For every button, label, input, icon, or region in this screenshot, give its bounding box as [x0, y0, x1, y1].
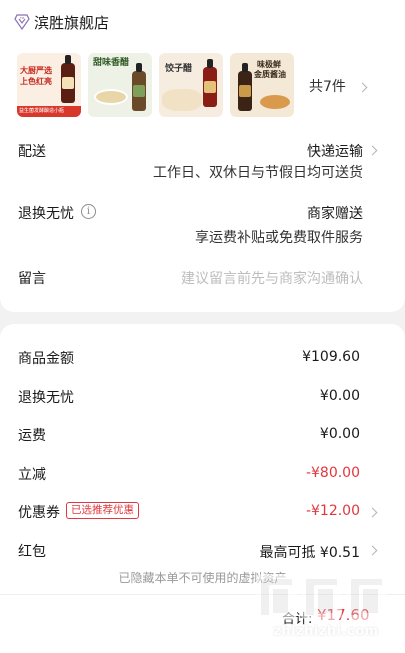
total-bar: 合计: ¥17.60	[0, 594, 405, 653]
delivery-label: 配送	[18, 144, 46, 160]
soy-sauce-bottle-image	[61, 55, 75, 103]
product-thumbnails[interactable]: 大厨严选 上色红亮 益生菌发酵酿造小瓶 甜味香醋 饺子醋 味极鲜 金质酱油	[17, 53, 294, 117]
summary-label-coupon: 优惠券	[18, 505, 60, 521]
thumbnail-subtitle: 上色红亮	[20, 77, 52, 86]
total-label: 合计:	[282, 612, 313, 627]
product-thumbnail[interactable]: 饺子醋	[159, 53, 223, 117]
return-amount: ¥0.00	[319, 388, 360, 404]
soy-sauce-bottle-image	[238, 63, 252, 111]
shipping-amount: ¥0.00	[319, 426, 360, 442]
delivery-schedule: 工作日、双休日与节假日均可送货	[153, 165, 363, 181]
summary-label-shipping: 运费	[18, 428, 46, 444]
message-label: 留言	[18, 271, 46, 287]
store-header[interactable]: TM 滨胜旗舰店	[14, 10, 109, 34]
summary-label-return: 退换无忧	[18, 390, 74, 406]
store-name[interactable]: 滨胜旗舰店	[34, 12, 109, 33]
thumbnail-caption: 益生菌发酵酿造小瓶	[19, 108, 65, 114]
vinegar-bottle-image	[203, 59, 217, 107]
vinegar-bottle-image	[132, 63, 146, 111]
product-thumbnail[interactable]: 味极鲜 金质酱油	[230, 53, 294, 117]
product-thumbnail[interactable]: 甜味香醋	[88, 53, 152, 117]
goods-amount: ¥109.60	[302, 349, 360, 365]
dumplings-image	[162, 89, 202, 111]
thumbnail-title: 味极鲜	[257, 60, 281, 69]
item-count[interactable]: 共7件	[309, 76, 346, 96]
coupon-amount[interactable]: -¥12.00	[306, 503, 360, 519]
summary-label-goods: 商品金额	[18, 351, 74, 367]
coupon-badge: 已选推荐优惠	[66, 502, 139, 519]
thumbnail-subtitle: 金质酱油	[254, 70, 286, 79]
redpacket-amount[interactable]: 最高可抵 ¥0.51	[259, 542, 360, 562]
chevron-right-icon[interactable]	[357, 82, 368, 93]
return-policy-detail: 享运费补贴或免费取件服务	[195, 230, 363, 246]
delivery-method[interactable]: 快递运输	[307, 141, 363, 161]
hidden-assets-note[interactable]: 已隐藏本单不可使用的虚拟资产	[0, 569, 405, 586]
return-policy-value: 商家赠送	[307, 206, 363, 222]
dumpling-plate-image	[94, 89, 128, 105]
thumbnail-title: 大厨严选	[20, 66, 52, 75]
discount-amount: -¥80.00	[305, 465, 360, 481]
order-item-card: TM 滨胜旗舰店 大厨严选 上色红亮 益生菌发酵酿造小瓶 甜味香醋 饺子醋 味极…	[0, 0, 405, 312]
summary-label-redpacket: 红包	[18, 544, 46, 560]
thumbnail-title: 饺子醋	[165, 64, 193, 74]
food-plate-image	[260, 95, 290, 109]
summary-label-discount: 立减	[18, 467, 46, 483]
message-input[interactable]: 建议留言前先与商家沟通确认	[181, 268, 363, 288]
chevron-right-icon[interactable]	[367, 145, 378, 156]
thumbnail-title: 甜味香醋	[93, 58, 130, 68]
info-icon[interactable]: i	[81, 204, 96, 219]
return-policy-label: 退换无忧	[18, 206, 74, 222]
total-value: ¥17.60	[317, 606, 370, 624]
product-thumbnail[interactable]: 大厨严选 上色红亮 益生菌发酵酿造小瓶	[17, 53, 81, 117]
store-badge-icon: TM	[14, 14, 30, 30]
svg-text:TM: TM	[19, 16, 25, 20]
